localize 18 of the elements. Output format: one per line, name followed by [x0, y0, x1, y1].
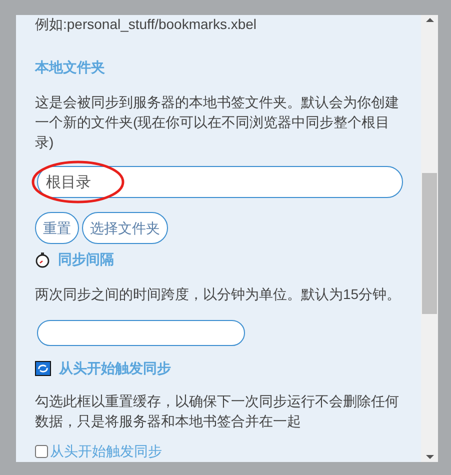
scrollbar[interactable] [421, 15, 438, 462]
description-text: 两次同步之间的时间跨度，以分钟为单位。默认为15分钟。 [35, 285, 402, 304]
stopwatch-icon [35, 252, 50, 268]
checkbox[interactable] [35, 445, 48, 458]
scroll-up-icon[interactable] [426, 17, 434, 23]
folder-button[interactable]: 选择文件夹 [82, 212, 168, 244]
description-text: 这是会被同步到服务器的本地书签文件夹。默认会为你创建一个新的文件夹(现在你可以在不同浏览器中同步整个根目录) [35, 93, 400, 152]
section-heading: 同步间隔 [58, 250, 114, 269]
scroll-down-icon[interactable] [426, 454, 434, 460]
section-heading: 本地文件夹 [35, 58, 105, 77]
description-text: 勾选此框以重置缓存，以确保下一次同步运行不会删除任何数据，只是将服务器和本地书签合并在一起 [35, 392, 400, 431]
interval-field[interactable] [37, 320, 245, 346]
example-text: 例如:personal_stuff/bookmarks.xbel [35, 15, 258, 33]
folder-field[interactable]: 根目录 [37, 166, 403, 198]
repeat-icon [35, 361, 51, 376]
section-heading: 从头开始触发同步 [59, 359, 171, 378]
folder-button[interactable]: 重置 [35, 212, 79, 244]
checkbox-label[interactable]: 从头开始触发同步 [50, 441, 162, 462]
